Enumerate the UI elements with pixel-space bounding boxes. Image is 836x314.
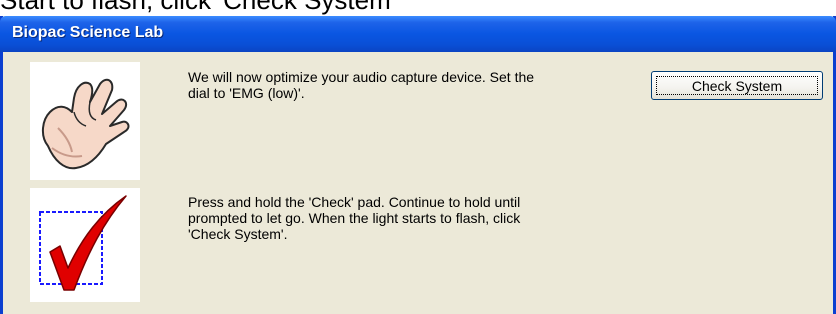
step-2-line-3: 'Check System'. [188,226,288,242]
step-1-line-1: We will now optimize your audio capture … [188,69,535,85]
checkmark-icon [39,195,127,291]
step-2-line-1: Press and hold the 'Check' pad. Continue… [188,194,521,210]
check-system-button[interactable]: Check System [651,71,823,100]
hand-image [30,62,140,180]
title-bar[interactable]: Biopac Science Lab [0,16,836,52]
check-image [30,188,140,302]
dialog-window: Biopac Science Lab We will now optimize … [0,16,836,314]
background-instruction-text: Start to flash, click 'Check System' [0,0,396,15]
step-2-line-2: prompted to let go. When the light start… [188,210,521,226]
hand-icon [42,78,130,170]
step-2-message: Press and hold the 'Check' pad. Continue… [188,194,638,242]
step-1-line-2: dial to 'EMG (low)'. [188,85,305,101]
check-system-button-label: Check System [656,76,818,95]
step-1-message: We will now optimize your audio capture … [188,69,638,101]
window-title: Biopac Science Lab [12,24,164,41]
